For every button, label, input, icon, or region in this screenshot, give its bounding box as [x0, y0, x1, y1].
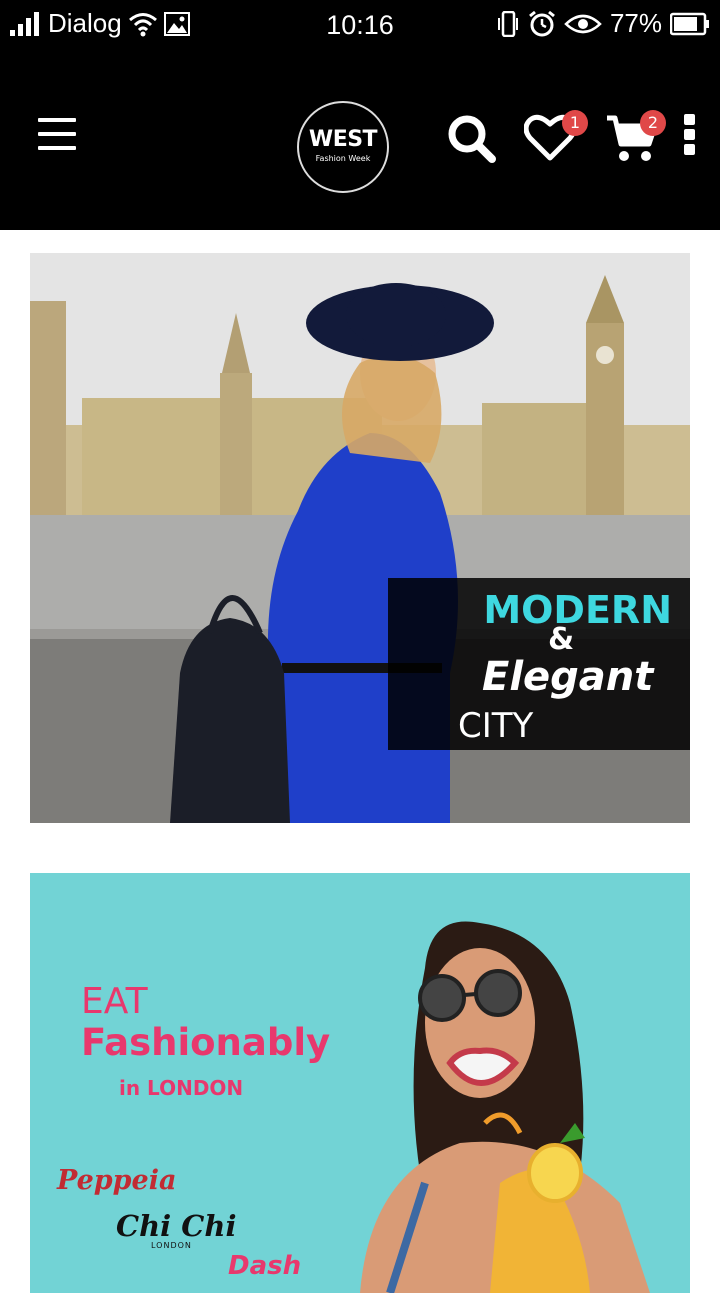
brand-logo[interactable]: WEST Fashion Week: [297, 101, 389, 193]
alarm-icon: [529, 10, 555, 36]
banner-modern-elegant[interactable]: MODERN & Elegant CITY: [30, 253, 690, 823]
app-toolbar: WEST Fashion Week 1 2: [0, 50, 720, 230]
banner-list: MODERN & Elegant CITY EAT Fashionably in…: [0, 230, 720, 1293]
menu-icon-bar: [38, 146, 76, 150]
cart-badge: 2: [640, 110, 666, 136]
brand-chichi-logo: Chi Chi: [116, 1209, 237, 1243]
menu-button[interactable]: [38, 118, 76, 154]
more-options-button[interactable]: [680, 113, 700, 155]
brand-dash-logo: Dash: [228, 1251, 302, 1281]
search-icon: [448, 115, 496, 163]
brand-chichi-sub: LONDON: [151, 1241, 192, 1250]
cart-button[interactable]: 2: [605, 110, 667, 162]
logo-title: WEST: [308, 127, 378, 152]
status-right: 77%: [496, 8, 710, 39]
banner-caption-box: MODERN & Elegant CITY: [388, 578, 690, 750]
more-vert-icon: [684, 114, 695, 155]
menu-icon-bar: [38, 118, 76, 122]
battery-percent: 77%: [609, 8, 662, 38]
wishlist-button[interactable]: 1: [524, 110, 588, 162]
caption-ampersand: &: [548, 622, 575, 657]
brand-peppeia-logo: Peppeia: [57, 1165, 177, 1196]
caption-elegant: Elegant: [482, 654, 654, 700]
logo-subtitle: Fashion Week: [315, 154, 371, 163]
status-bar: Dialog 10:16 77%: [0, 0, 720, 50]
wishlist-badge: 1: [562, 110, 588, 136]
vibrate-icon: [497, 10, 518, 37]
eye-icon: [564, 14, 602, 33]
caption-city: CITY: [458, 706, 534, 746]
menu-icon-bar: [38, 132, 76, 136]
headline-fashionably: Fashionably: [81, 1021, 331, 1064]
headline-in-london: in LONDON: [119, 1076, 244, 1100]
banner-eat-fashionably[interactable]: EAT Fashionably in LONDON Peppeia Chi Ch…: [30, 873, 690, 1293]
caption-modern: MODERN: [483, 588, 672, 632]
search-button[interactable]: [446, 113, 498, 165]
battery-icon: [670, 12, 709, 35]
headline-eat: EAT: [81, 981, 148, 1022]
